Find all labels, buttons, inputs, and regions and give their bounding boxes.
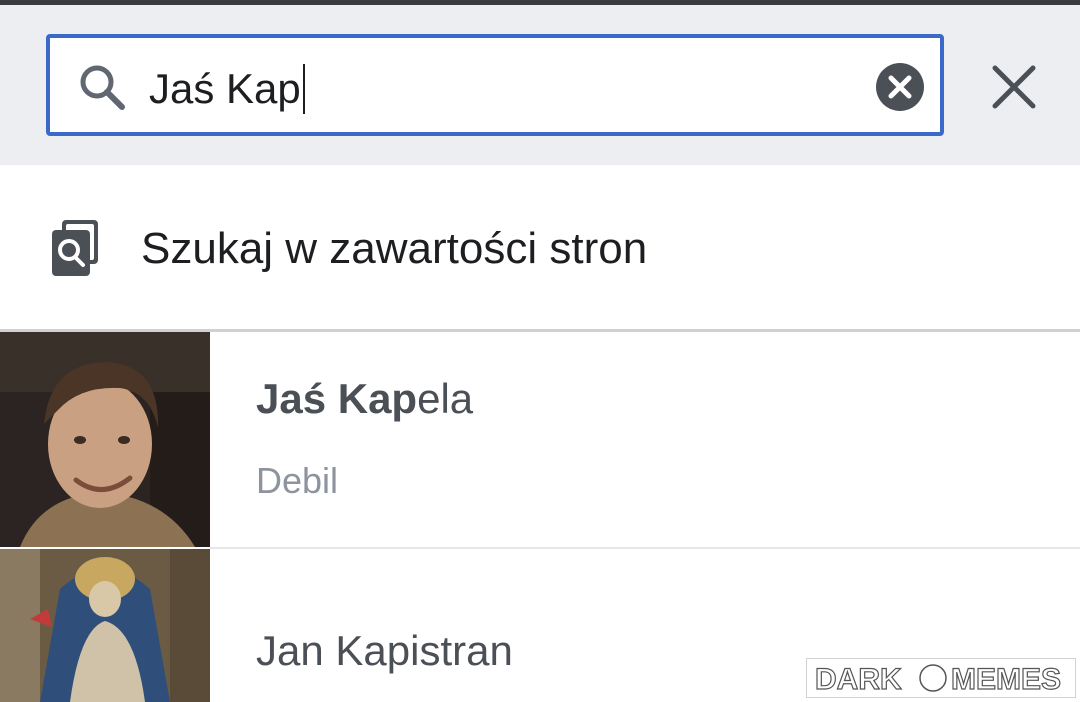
result-name-match: Jaś Kap <box>256 375 418 422</box>
search-query[interactable]: Jaś Kap <box>149 63 305 115</box>
search-result-item[interactable]: Jaś Kapela Debil <box>0 332 1080 547</box>
search-in-pages-row[interactable]: Szukaj w zawartości stron <box>0 165 1080 330</box>
search-header: Jaś Kap <box>0 5 1080 165</box>
result-name: Jan Kapistran <box>256 627 513 674</box>
text-caret <box>302 63 305 114</box>
watermark-logo: DARK MEMES <box>806 658 1076 698</box>
svg-text:MEMES: MEMES <box>951 663 1061 696</box>
search-query-text: Jaś Kap <box>149 65 301 112</box>
avatar <box>0 549 210 702</box>
result-subtitle: Debil <box>256 460 339 501</box>
avatar <box>0 332 210 547</box>
search-pages-icon <box>52 220 98 276</box>
clear-icon[interactable] <box>873 60 927 114</box>
search-in-pages-label: Szukaj w zawartości stron <box>141 224 648 273</box>
result-name-rest: ela <box>417 375 474 422</box>
search-input[interactable]: Jaś Kap <box>46 34 944 136</box>
result-name: Jaś Kapela <box>256 374 473 424</box>
search-icon <box>80 65 125 110</box>
svg-text:DARK: DARK <box>815 663 902 696</box>
close-icon[interactable] <box>985 58 1043 116</box>
